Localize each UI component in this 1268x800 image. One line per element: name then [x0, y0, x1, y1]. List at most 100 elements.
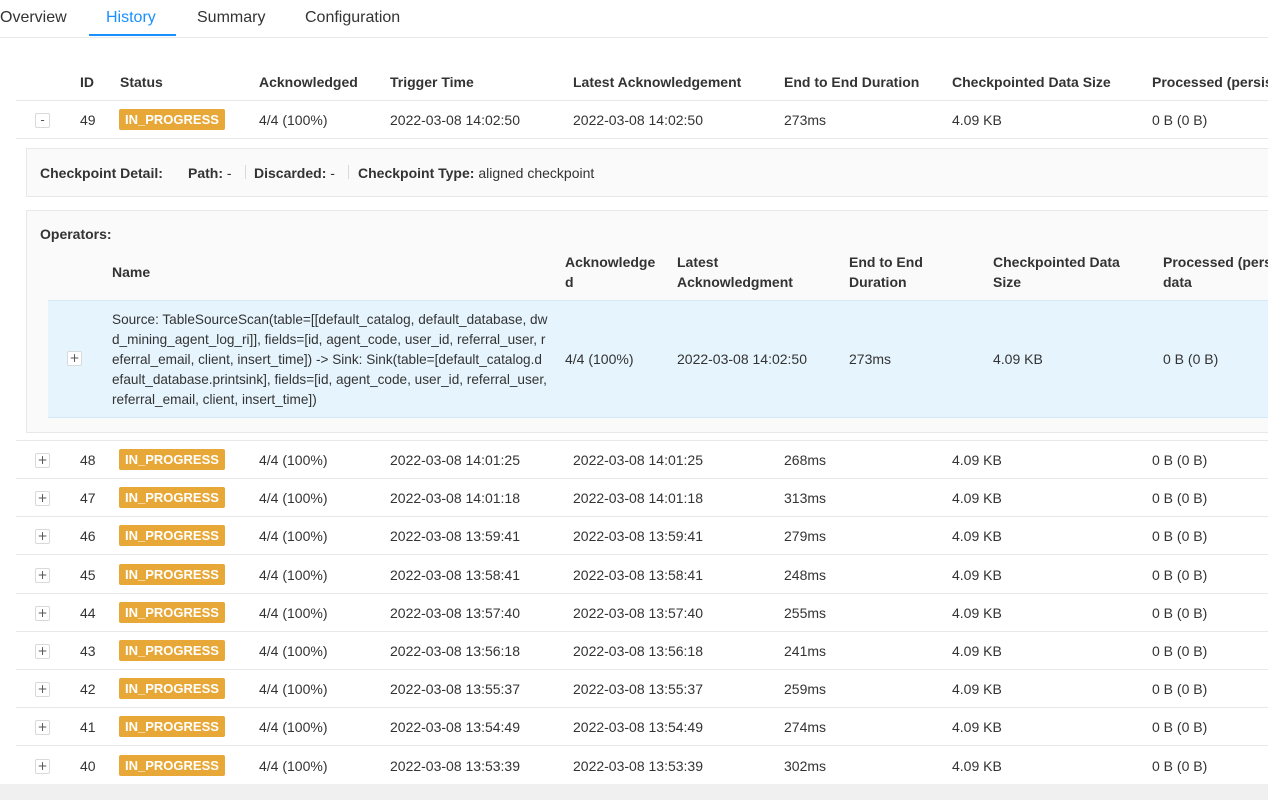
- status-badge: IN_PROGRESS: [119, 563, 225, 585]
- latest-ack-value: 2022-03-08 13:55:37: [573, 681, 703, 698]
- column-header-data-size: Checkpointed Data Size: [952, 74, 1111, 90]
- duration-value: 268ms: [784, 452, 827, 468]
- checkpoint-id: 43: [80, 643, 96, 659]
- operator-name: Source: TableSourceScan(table=[[default_…: [112, 312, 548, 407]
- row-divider: [16, 440, 1268, 441]
- latest-ack-value: 2022-03-08 13:58:41: [573, 566, 703, 583]
- expand-row-button[interactable]: +: [35, 491, 50, 507]
- trigger-time-value: 2022-03-08 13:56:18: [390, 643, 520, 659]
- data-size-value: 4.09 KB: [952, 719, 1002, 736]
- trigger-time-value: 2022-03-08 14:01:18: [390, 490, 520, 507]
- processed-value: 0 B (0 B): [1152, 452, 1208, 468]
- data-size-value: 4.09 KB: [952, 757, 1002, 774]
- expand-operator-button[interactable]: +: [67, 351, 82, 366]
- column-header-status: Status: [120, 74, 163, 90]
- latest-ack-value: 2022-03-08 13:53:39: [573, 757, 703, 774]
- expand-row-button[interactable]: +: [35, 605, 50, 621]
- latest-ack-value: 2022-03-08 13:59:41: [573, 528, 703, 545]
- tab-configuration[interactable]: Configuration: [305, 9, 400, 27]
- row-divider: [16, 592, 1268, 594]
- row-divider: [16, 516, 1268, 518]
- acknowledged-value: 4/4 (100%): [259, 719, 328, 736]
- checkpoint-id: 40: [80, 757, 96, 774]
- data-size-value: 4.09 KB: [952, 681, 1002, 698]
- expand-row-button[interactable]: +: [35, 567, 50, 583]
- checkpoint-id: 49: [80, 112, 96, 128]
- status-badge: IN_PROGRESS: [119, 640, 225, 661]
- horizontal-scrollbar[interactable]: [0, 784, 1268, 800]
- tab-summary[interactable]: Summary: [197, 9, 265, 27]
- duration-value: 255ms: [784, 604, 827, 621]
- duration-value: 274ms: [784, 719, 827, 736]
- row-divider: [16, 669, 1268, 670]
- checkpoint-type: Checkpoint Type: aligned checkpoint: [358, 165, 595, 181]
- header-divider: [16, 100, 1268, 101]
- latest-ack-value: 2022-03-08 13:57:40: [573, 604, 703, 621]
- status-badge: IN_PROGRESS: [119, 525, 225, 547]
- processed-value: 0 B (0 B): [1152, 719, 1208, 736]
- expand-row-button[interactable]: +: [35, 758, 50, 774]
- latest-ack-value: 2022-03-08 13:56:18: [573, 643, 703, 659]
- acknowledged-value: 4/4 (100%): [259, 566, 328, 583]
- checkpoint-detail-title: Checkpoint Detail:: [40, 165, 163, 181]
- trigger-time-value: 2022-03-08 13:59:41: [390, 528, 520, 545]
- checkpoint-id: 41: [80, 719, 96, 736]
- detail-separator: [245, 165, 246, 179]
- operator-duration: 273ms: [849, 351, 892, 367]
- trigger-time-value: 2022-03-08 13:55:37: [390, 681, 520, 698]
- data-size-value: 4.09 KB: [952, 643, 1002, 659]
- row-divider: [16, 554, 1268, 556]
- acknowledged-value: 4/4 (100%): [259, 490, 328, 507]
- expand-row-button[interactable]: +: [35, 529, 50, 545]
- acknowledged-value: 4/4 (100%): [259, 112, 328, 128]
- acknowledged-value: 4/4 (100%): [259, 528, 328, 545]
- tab-overview[interactable]: Overview: [0, 9, 67, 27]
- operators-title: Operators:: [40, 226, 112, 242]
- collapse-row-button[interactable]: -: [35, 113, 50, 128]
- tab-history[interactable]: History: [106, 9, 156, 27]
- duration-value: 273ms: [784, 112, 827, 128]
- status-badge: IN_PROGRESS: [119, 449, 225, 470]
- processed-value: 0 B (0 B): [1152, 490, 1208, 507]
- data-size-value: 4.09 KB: [952, 490, 1002, 507]
- checkpoint-path: Path: -: [188, 165, 232, 181]
- operator-header-latest-ack: Latest Acknowledgment: [677, 254, 793, 290]
- expand-row-button[interactable]: +: [35, 682, 50, 698]
- expand-row-button[interactable]: +: [35, 644, 50, 659]
- row-divider: [16, 138, 1268, 139]
- duration-value: 313ms: [784, 490, 827, 507]
- operator-data-size: 4.09 KB: [993, 351, 1043, 367]
- column-header-id: ID: [80, 74, 94, 90]
- expand-row-button[interactable]: +: [35, 453, 50, 468]
- checkpoint-id: 45: [80, 566, 96, 583]
- trigger-time-value: 2022-03-08 13:53:39: [390, 757, 520, 774]
- latest-ack-value: 2022-03-08 14:02:50: [573, 112, 703, 128]
- processed-value: 0 B (0 B): [1152, 112, 1208, 128]
- acknowledged-value: 4/4 (100%): [259, 757, 328, 774]
- expand-row-button[interactable]: +: [35, 720, 50, 736]
- processed-value: 0 B (0 B): [1152, 681, 1208, 698]
- duration-value: 259ms: [784, 681, 827, 698]
- data-size-value: 4.09 KB: [952, 528, 1002, 545]
- trigger-time-value: 2022-03-08 13:54:49: [390, 719, 520, 736]
- operator-header-data-size: Checkpointed Data Size: [993, 254, 1120, 290]
- latest-ack-value: 2022-03-08 14:01:18: [573, 490, 703, 507]
- operator-header-name: Name: [112, 264, 151, 280]
- column-header-duration: End to End Duration: [784, 74, 920, 90]
- duration-value: 302ms: [784, 757, 827, 774]
- operator-header-processed: Processed (persisted) data: [1163, 254, 1268, 290]
- status-badge: IN_PROGRESS: [119, 487, 225, 509]
- checkpoint-discarded: Discarded: -: [254, 165, 335, 181]
- data-size-value: 4.09 KB: [952, 566, 1002, 583]
- column-header-acknowledged: Acknowledged: [259, 74, 358, 90]
- tab-bar: Overview History Summary Configuration: [0, 0, 1268, 38]
- acknowledged-value: 4/4 (100%): [259, 643, 328, 659]
- checkpoint-id: 44: [80, 604, 96, 621]
- operator-header-acknowledged: Acknowledged: [565, 254, 656, 290]
- checkpoint-id: 47: [80, 490, 96, 507]
- status-badge: IN_PROGRESS: [119, 601, 225, 623]
- status-badge: IN_PROGRESS: [119, 109, 225, 130]
- duration-value: 279ms: [784, 528, 827, 545]
- processed-value: 0 B (0 B): [1152, 528, 1208, 545]
- column-header-processed: Processed (persis: [1152, 74, 1268, 90]
